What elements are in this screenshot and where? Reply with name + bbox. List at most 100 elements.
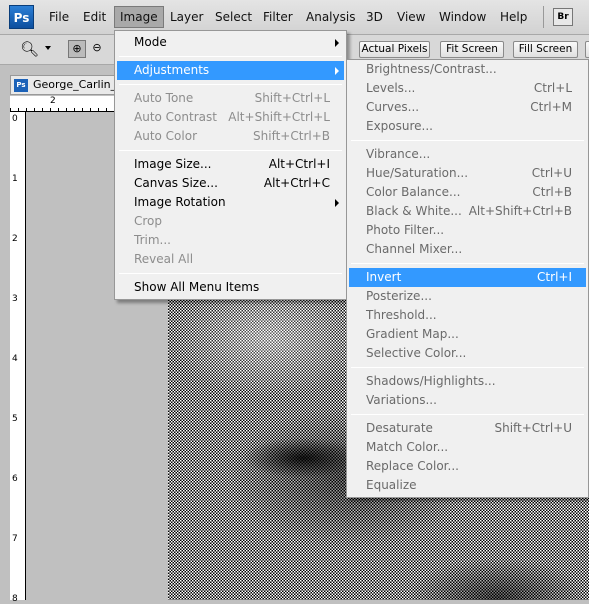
document-tab[interactable]: Ps George_Carlin_ xyxy=(10,75,120,95)
menu-item-shortcut: Ctrl+L xyxy=(533,81,572,95)
menu-file[interactable]: File xyxy=(44,8,74,26)
menu-help[interactable]: Help xyxy=(495,8,532,26)
menu-item-posterize[interactable]: Posterize... xyxy=(349,287,586,306)
menu-separator xyxy=(351,140,584,141)
menu-separator xyxy=(351,414,584,415)
menu-item-label: Channel Mixer... xyxy=(366,242,463,256)
menu-item-canvas-size[interactable]: Canvas Size... Alt+Ctrl+C xyxy=(117,174,344,193)
menu-view[interactable]: View xyxy=(392,8,430,26)
ruler-label: 6 xyxy=(12,474,18,484)
zoom-in-icon[interactable]: ⊕ xyxy=(68,40,86,58)
menu-item-brightness-contrast[interactable]: Brightness/Contrast... xyxy=(349,60,586,79)
menu-image[interactable]: Image xyxy=(114,6,164,28)
menu-item-image-rotation[interactable]: Image Rotation xyxy=(117,193,344,212)
menu-item-match-color[interactable]: Match Color... xyxy=(349,438,586,457)
ruler-label: 7 xyxy=(12,534,18,544)
menu-item-label: Equalize xyxy=(366,478,417,492)
menu-item-shortcut: Shift+Ctrl+B xyxy=(253,129,330,143)
menu-item-shortcut: Shift+Ctrl+L xyxy=(254,91,330,105)
menu-item-levels[interactable]: Levels... Ctrl+L xyxy=(349,79,586,98)
menu-item-show-all-menu-items[interactable]: Show All Menu Items xyxy=(117,278,344,297)
menu-item-label: Photo Filter... xyxy=(366,223,445,237)
fill-screen-button[interactable]: Fill Screen xyxy=(513,41,578,58)
menu-analysis[interactable]: Analysis xyxy=(301,8,360,26)
submenu-arrow-icon xyxy=(335,67,339,75)
document-title: George_Carlin_ xyxy=(33,78,117,91)
ruler-label: 2 xyxy=(12,234,18,244)
menu-item-label: Vibrance... xyxy=(366,147,431,161)
menu-separator xyxy=(351,263,584,264)
zoom-tool-icon[interactable]: 🔍︎ xyxy=(20,40,39,58)
menu-3d[interactable]: 3D xyxy=(361,8,388,26)
menu-item-invert[interactable]: Invert Ctrl+I xyxy=(349,268,586,287)
menu-item-label: Crop xyxy=(134,214,163,228)
menu-select[interactable]: Select xyxy=(210,8,257,26)
menu-item-label: Exposure... xyxy=(366,119,433,133)
menu-item-reveal-all: Reveal All xyxy=(117,250,344,269)
menu-item-shortcut: Ctrl+M xyxy=(530,100,572,114)
menu-edit[interactable]: Edit xyxy=(78,8,111,26)
menu-item-label: Mode xyxy=(134,35,167,49)
menu-separator xyxy=(351,367,584,368)
menu-item-shortcut: Shift+Ctrl+U xyxy=(494,421,572,435)
horizontal-ruler[interactable]: 2 xyxy=(10,96,120,112)
menu-item-shadows-highlights[interactable]: Shadows/Highlights... xyxy=(349,372,586,391)
menu-item-shortcut: Alt+Shift+Ctrl+B xyxy=(468,204,572,218)
menu-item-shortcut: Alt+Ctrl+I xyxy=(268,157,330,171)
menu-item-label: Image Size... xyxy=(134,157,212,171)
menu-item-curves[interactable]: Curves... Ctrl+M xyxy=(349,98,586,117)
menu-item-threshold[interactable]: Threshold... xyxy=(349,306,586,325)
ruler-label: 2 xyxy=(50,96,56,106)
menu-item-label: Shadows/Highlights... xyxy=(366,374,496,388)
menu-item-channel-mixer[interactable]: Channel Mixer... xyxy=(349,240,586,259)
menu-item-black-white[interactable]: Black & White... Alt+Shift+Ctrl+B xyxy=(349,202,586,221)
actual-pixels-button[interactable]: Actual Pixels xyxy=(359,41,430,58)
menu-item-shortcut: Ctrl+I xyxy=(537,270,572,284)
menu-item-crop: Crop xyxy=(117,212,344,231)
menu-layer[interactable]: Layer xyxy=(165,8,208,26)
menu-item-exposure[interactable]: Exposure... xyxy=(349,117,586,136)
menu-item-selective-color[interactable]: Selective Color... xyxy=(349,344,586,363)
menu-item-shortcut: Ctrl+U xyxy=(531,166,572,180)
menu-item-label: Match Color... xyxy=(366,440,449,454)
ruler-label: 1 xyxy=(12,174,18,184)
fit-screen-button[interactable]: Fit Screen xyxy=(440,41,504,58)
menu-item-variations[interactable]: Variations... xyxy=(349,391,586,410)
menu-item-photo-filter[interactable]: Photo Filter... xyxy=(349,221,586,240)
menu-item-label: Black & White... xyxy=(366,204,462,218)
menu-item-label: Selective Color... xyxy=(366,346,467,360)
bridge-button[interactable]: Br xyxy=(553,8,573,26)
menu-item-shortcut: Alt+Shift+Ctrl+L xyxy=(228,110,330,124)
menu-item-auto-tone: Auto Tone Shift+Ctrl+L xyxy=(117,89,344,108)
menu-item-label: Trim... xyxy=(134,233,171,247)
menu-window[interactable]: Window xyxy=(434,8,491,26)
menu-item-label: Color Balance... xyxy=(366,185,461,199)
menu-item-desaturate[interactable]: Desaturate Shift+Ctrl+U xyxy=(349,419,586,438)
document-ps-icon: Ps xyxy=(14,79,28,92)
zoom-out-icon[interactable]: ⊖ xyxy=(88,40,106,58)
menu-item-gradient-map[interactable]: Gradient Map... xyxy=(349,325,586,344)
menu-filter[interactable]: Filter xyxy=(258,8,298,26)
menu-item-label: Show All Menu Items xyxy=(134,280,260,294)
menu-item-equalize[interactable]: Equalize xyxy=(349,476,586,495)
menu-item-label: Auto Color xyxy=(134,129,198,143)
image-menu: Mode Adjustments Auto Tone Shift+Ctrl+L Auto… xyxy=(114,30,347,300)
menu-item-color-balance[interactable]: Color Balance... Ctrl+B xyxy=(349,183,586,202)
menu-item-image-size[interactable]: Image Size... Alt+Ctrl+I xyxy=(117,155,344,174)
menu-item-adjustments[interactable]: Adjustments xyxy=(117,61,344,80)
menu-item-auto-color: Auto Color Shift+Ctrl+B xyxy=(117,127,344,146)
menu-item-mode[interactable]: Mode xyxy=(117,33,344,52)
menu-item-hue-saturation[interactable]: Hue/Saturation... Ctrl+U xyxy=(349,164,586,183)
menu-item-label: Posterize... xyxy=(366,289,432,303)
menu-item-label: Replace Color... xyxy=(366,459,459,473)
menu-item-replace-color[interactable]: Replace Color... xyxy=(349,457,586,476)
menu-item-vibrance[interactable]: Vibrance... xyxy=(349,145,586,164)
ruler-label: 3 xyxy=(12,294,18,304)
menu-separator xyxy=(119,150,342,151)
vertical-ruler[interactable]: 0 1 2 3 4 5 6 7 8 xyxy=(10,112,26,604)
photoshop-logo: Ps xyxy=(9,5,34,29)
ruler-label: 4 xyxy=(12,354,18,364)
tool-preset-dropdown-icon[interactable] xyxy=(45,46,51,50)
menu-item-shortcut: Alt+Ctrl+C xyxy=(263,176,330,190)
print-size-button[interactable] xyxy=(585,41,589,58)
